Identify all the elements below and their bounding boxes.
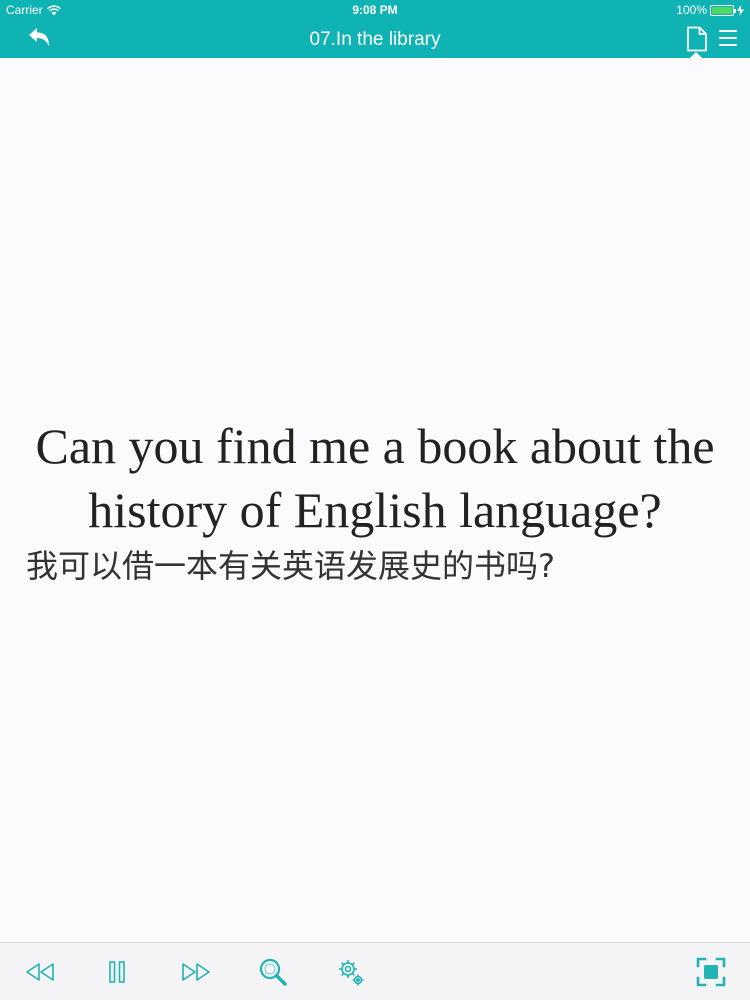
battery-info: 100% [676, 3, 744, 17]
fast-forward-button[interactable] [178, 957, 214, 987]
document-button[interactable] [686, 26, 708, 52]
fast-forward-icon [182, 963, 210, 981]
back-button[interactable] [24, 26, 54, 52]
search-button[interactable] [256, 957, 290, 987]
pause-button[interactable] [104, 957, 130, 987]
rewind-icon [26, 963, 54, 981]
status-time: 9:08 PM [352, 3, 398, 17]
nav-bar: 07.In the library [0, 20, 750, 58]
menu-icon [719, 30, 737, 46]
sentence-chinese: 我可以借一本有关英语发展史的书吗? [26, 547, 555, 585]
pause-icon [109, 961, 125, 983]
settings-icon [339, 960, 364, 986]
settings-button[interactable] [334, 957, 368, 987]
status-bar: Carrier 9:08 PM 100% [0, 0, 750, 20]
menu-button[interactable] [718, 28, 738, 48]
document-icon [687, 26, 707, 52]
playback-toolbar [0, 942, 750, 1000]
charging-bolt-icon [737, 4, 744, 16]
sentence-view: Can you find me a book about the history… [0, 58, 750, 942]
sentence-english: Can you find me a book about the history… [35, 418, 715, 538]
search-icon [259, 958, 287, 986]
page-title: 07.In the library [309, 29, 441, 50]
rewind-button[interactable] [22, 957, 58, 987]
fullscreen-button[interactable] [694, 957, 728, 987]
fullscreen-icon [696, 957, 726, 987]
battery-percent: 100% [676, 3, 707, 17]
back-arrow-icon [29, 28, 49, 46]
top-bar: Carrier 9:08 PM 100% 07.In the library [0, 0, 750, 58]
battery-icon [710, 4, 736, 16]
